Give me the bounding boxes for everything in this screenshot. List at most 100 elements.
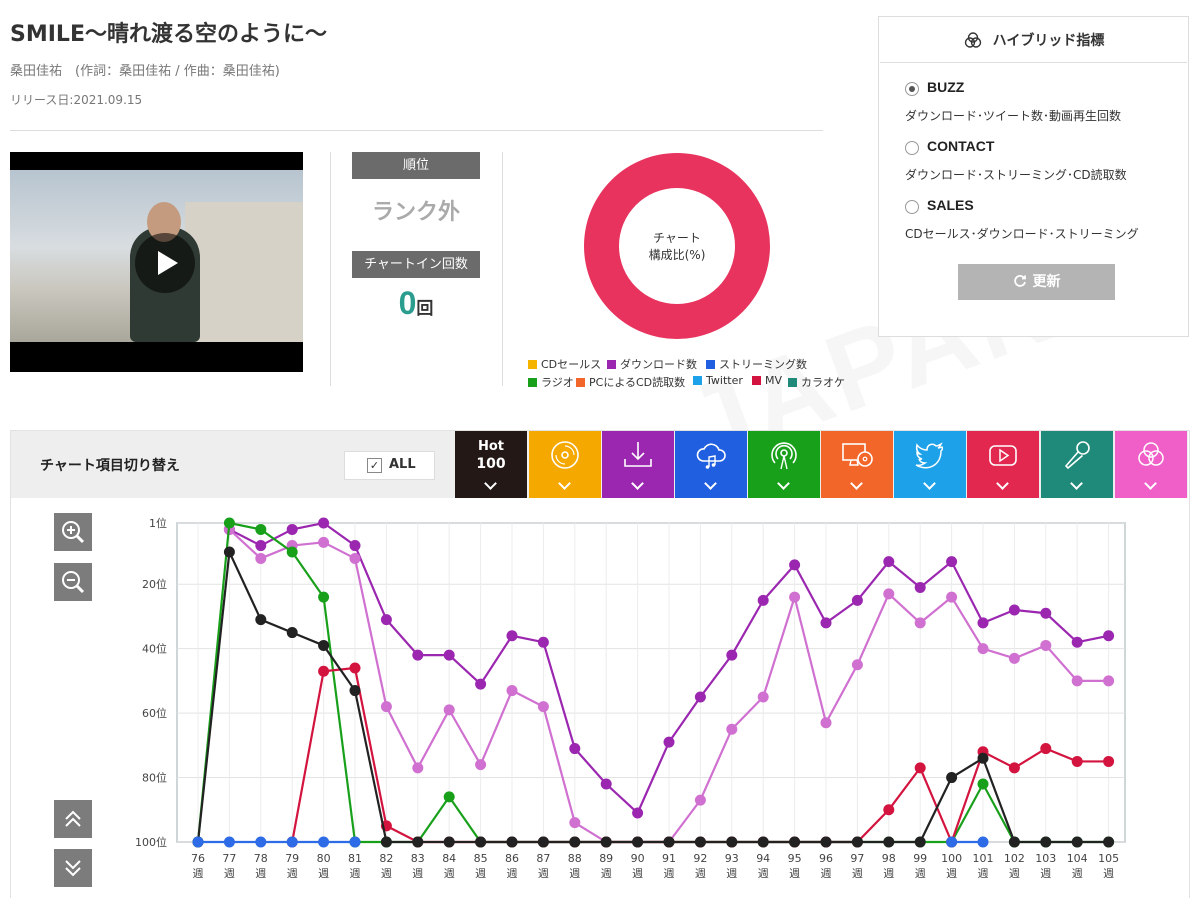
data-point[interactable] — [1103, 675, 1115, 687]
data-point[interactable] — [318, 665, 330, 677]
data-point[interactable] — [757, 691, 769, 703]
data-point[interactable] — [537, 636, 549, 648]
data-point[interactable] — [914, 836, 926, 848]
data-point[interactable] — [443, 704, 455, 716]
data-point[interactable] — [318, 591, 330, 603]
data-point[interactable] — [1071, 755, 1083, 767]
data-point[interactable] — [600, 836, 612, 848]
data-point[interactable] — [506, 836, 518, 848]
data-point[interactable] — [537, 701, 549, 713]
data-point[interactable] — [286, 523, 298, 535]
data-point[interactable] — [883, 836, 895, 848]
data-point[interactable] — [977, 836, 989, 848]
data-point[interactable] — [977, 643, 989, 655]
data-point[interactable] — [349, 552, 361, 564]
data-point[interactable] — [380, 701, 392, 713]
data-point[interactable] — [443, 791, 455, 803]
data-point[interactable] — [412, 836, 424, 848]
data-point[interactable] — [380, 614, 392, 626]
data-point[interactable] — [632, 836, 644, 848]
data-point[interactable] — [883, 804, 895, 816]
data-point[interactable] — [694, 691, 706, 703]
data-point[interactable] — [789, 836, 801, 848]
data-point[interactable] — [286, 627, 298, 639]
data-point[interactable] — [506, 630, 518, 642]
data-point[interactable] — [977, 752, 989, 764]
data-point[interactable] — [726, 836, 738, 848]
data-point[interactable] — [694, 794, 706, 806]
data-point[interactable] — [820, 836, 832, 848]
data-point[interactable] — [946, 836, 958, 848]
data-point[interactable] — [223, 546, 235, 558]
data-point[interactable] — [914, 617, 926, 629]
data-point[interactable] — [475, 759, 487, 771]
data-point[interactable] — [349, 662, 361, 674]
data-point[interactable] — [632, 807, 644, 819]
data-point[interactable] — [726, 723, 738, 735]
data-point[interactable] — [883, 556, 895, 568]
data-point[interactable] — [1040, 836, 1052, 848]
data-point[interactable] — [412, 762, 424, 774]
data-point[interactable] — [883, 588, 895, 600]
data-point[interactable] — [851, 836, 863, 848]
data-point[interactable] — [380, 836, 392, 848]
data-point[interactable] — [1071, 836, 1083, 848]
data-point[interactable] — [1008, 604, 1020, 616]
data-point[interactable] — [851, 594, 863, 606]
data-point[interactable] — [820, 617, 832, 629]
data-point[interactable] — [1008, 762, 1020, 774]
data-point[interactable] — [1103, 755, 1115, 767]
data-point[interactable] — [349, 685, 361, 697]
data-point[interactable] — [726, 649, 738, 661]
data-point[interactable] — [255, 540, 267, 552]
data-point[interactable] — [412, 649, 424, 661]
data-point[interactable] — [1040, 607, 1052, 619]
data-point[interactable] — [349, 540, 361, 552]
data-point[interactable] — [286, 836, 298, 848]
data-point[interactable] — [914, 762, 926, 774]
data-point[interactable] — [569, 836, 581, 848]
data-point[interactable] — [1008, 652, 1020, 664]
data-point[interactable] — [318, 639, 330, 651]
data-point[interactable] — [946, 556, 958, 568]
data-point[interactable] — [318, 836, 330, 848]
data-point[interactable] — [914, 581, 926, 593]
data-point[interactable] — [255, 836, 267, 848]
data-point[interactable] — [1103, 630, 1115, 642]
data-point[interactable] — [946, 772, 958, 784]
data-point[interactable] — [694, 836, 706, 848]
data-point[interactable] — [506, 685, 518, 697]
data-point[interactable] — [443, 836, 455, 848]
data-point[interactable] — [663, 836, 675, 848]
data-point[interactable] — [1040, 639, 1052, 651]
data-point[interactable] — [1008, 836, 1020, 848]
data-point[interactable] — [443, 649, 455, 661]
data-point[interactable] — [569, 743, 581, 755]
data-point[interactable] — [318, 517, 330, 529]
data-point[interactable] — [600, 778, 612, 790]
data-point[interactable] — [537, 836, 549, 848]
data-point[interactable] — [757, 594, 769, 606]
data-point[interactable] — [255, 614, 267, 626]
data-point[interactable] — [569, 817, 581, 829]
data-point[interactable] — [286, 546, 298, 558]
data-point[interactable] — [318, 536, 330, 548]
data-point[interactable] — [851, 659, 863, 671]
data-point[interactable] — [255, 552, 267, 564]
data-point[interactable] — [223, 836, 235, 848]
data-point[interactable] — [475, 678, 487, 690]
data-point[interactable] — [820, 717, 832, 729]
data-point[interactable] — [475, 836, 487, 848]
data-point[interactable] — [1103, 836, 1115, 848]
data-point[interactable] — [223, 517, 235, 529]
data-point[interactable] — [977, 617, 989, 629]
data-point[interactable] — [1040, 743, 1052, 755]
data-point[interactable] — [255, 523, 267, 535]
data-point[interactable] — [663, 736, 675, 748]
data-point[interactable] — [946, 591, 958, 603]
data-point[interactable] — [757, 836, 769, 848]
data-point[interactable] — [349, 836, 361, 848]
data-point[interactable] — [789, 591, 801, 603]
data-point[interactable] — [1071, 675, 1083, 687]
data-point[interactable] — [789, 559, 801, 571]
